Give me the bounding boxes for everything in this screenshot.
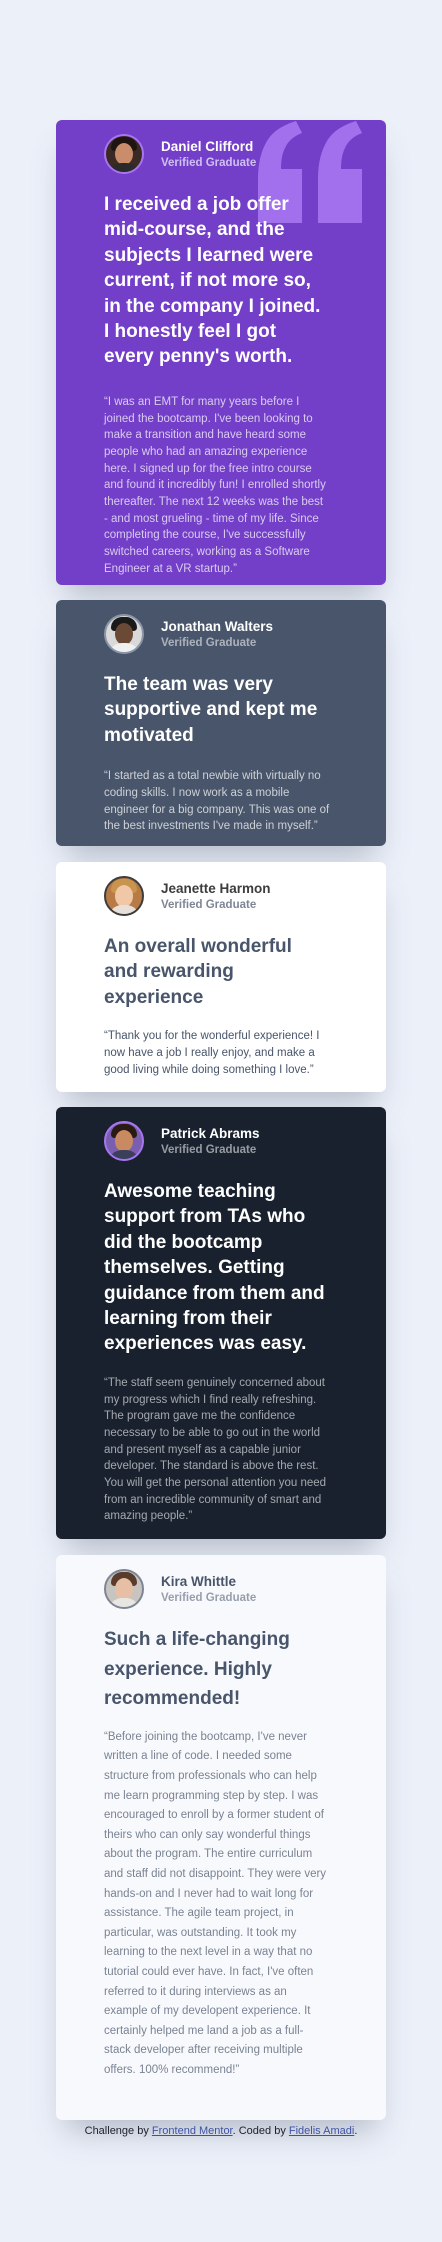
author-role: Verified Graduate — [161, 156, 257, 169]
author-info: Jeanette Harmon Verified Graduate — [161, 880, 271, 913]
avatar-kira-icon — [104, 1569, 144, 1609]
author-name: Jeanette Harmon — [161, 880, 271, 896]
frontend-mentor-link[interactable]: Frontend Mentor — [152, 2125, 233, 2137]
testimonial-card-daniel: Daniel Clifford Verified Graduate I rece… — [56, 120, 386, 585]
testimonial-headline: An overall wonderful and rewarding exper… — [104, 936, 292, 1008]
card-header: Patrick Abrams Verified Graduate — [104, 1121, 330, 1161]
author-role: Verified Graduate — [161, 1591, 257, 1604]
testimonial-quote: “The staff seem genuinely concerned abou… — [104, 1376, 327, 1523]
testimonial-card-kira: Kira Whittle Verified Graduate Such a li… — [56, 1555, 386, 2120]
avatar-jonathan-icon — [104, 614, 144, 654]
author-role: Verified Graduate — [161, 898, 257, 911]
avatar-patrick-icon — [104, 1121, 144, 1161]
card-header: Jeanette Harmon Verified Graduate — [104, 876, 330, 916]
attribution-middle: . Coded by — [232, 2125, 289, 2137]
testimonial-quote: “I was an EMT for many years before I jo… — [104, 395, 326, 575]
testimonial-headline: I received a job offer mid-course, and t… — [104, 194, 321, 368]
author-name: Patrick Abrams — [161, 1125, 260, 1141]
avatar-jeanette-icon — [104, 876, 144, 916]
attribution-suffix: . — [354, 2125, 358, 2137]
testimonial-headline: Such a life-changing experience. Highly … — [104, 1629, 290, 1710]
testimonial-quote: “Before joining the bootcamp, I've never… — [104, 1730, 327, 2076]
testimonial-card-jonathan: Jonathan Walters Verified Graduate The t… — [56, 600, 386, 846]
author-role: Verified Graduate — [161, 1143, 257, 1156]
attribution: Challenge by Frontend Mentor. Coded by F… — [0, 2123, 442, 2139]
card-header: Kira Whittle Verified Graduate — [104, 1569, 330, 1609]
author-name: Kira Whittle — [161, 1573, 237, 1589]
card-header: Daniel Clifford Verified Graduate — [104, 134, 330, 174]
author-info: Kira Whittle Verified Graduate — [161, 1573, 256, 1606]
testimonial-quote: “I started as a total newbie with virtua… — [104, 770, 330, 833]
author-name: Daniel Clifford — [161, 138, 254, 154]
author-link[interactable]: Fidelis Amadi — [289, 2125, 354, 2137]
author-info: Patrick Abrams Verified Graduate — [161, 1125, 260, 1158]
avatar-daniel-icon — [104, 134, 144, 174]
card-header: Jonathan Walters Verified Graduate — [104, 614, 330, 654]
testimonial-headline: Awesome teaching support from TAs who di… — [104, 1181, 325, 1355]
author-name: Jonathan Walters — [161, 618, 274, 634]
attribution-prefix: Challenge by — [84, 2125, 152, 2137]
testimonial-card-jeanette: Jeanette Harmon Verified Graduate An ove… — [56, 862, 386, 1092]
author-info: Jonathan Walters Verified Graduate — [161, 618, 273, 651]
testimonial-card-patrick: Patrick Abrams Verified Graduate Awesome… — [56, 1107, 386, 1539]
testimonial-headline: The team was very supportive and kept me… — [104, 674, 318, 746]
testimonial-quote: “Thank you for the wonderful experience!… — [104, 1030, 320, 1076]
author-info: Daniel Clifford Verified Graduate — [161, 138, 256, 171]
author-role: Verified Graduate — [161, 636, 257, 649]
